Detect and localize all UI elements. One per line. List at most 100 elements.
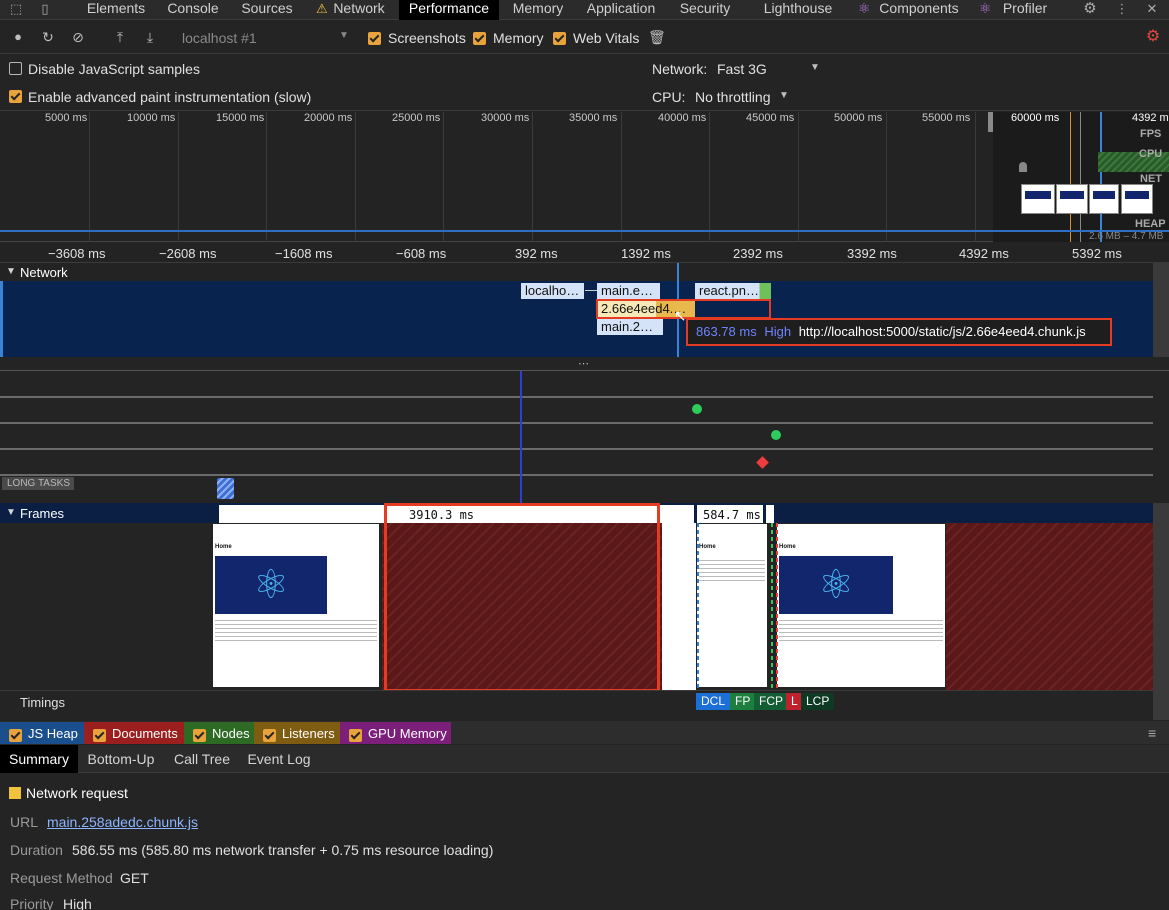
timing-marker-dcl[interactable]: DCL xyxy=(696,693,731,710)
tab-sources[interactable]: Sources xyxy=(230,0,304,20)
advanced-paint-checkbox[interactable] xyxy=(9,90,22,103)
tab-network[interactable]: ⚠ Network xyxy=(304,0,398,20)
upload-icon[interactable]: ⤒ xyxy=(112,29,128,45)
timeline-ruler: −3608 ms −2608 ms −1608 ms −608 ms 392 m… xyxy=(0,243,1169,263)
long-task-bar[interactable] xyxy=(217,478,234,499)
details-tabs: Summary Bottom-Up Call Tree Event Log xyxy=(0,745,1169,773)
frame-screenshot-heading: Home xyxy=(215,544,232,550)
download-icon[interactable]: ⤓ xyxy=(142,29,158,45)
main-tracks: LONG TASKS xyxy=(0,371,1153,503)
ruler-tick: −3608 ms xyxy=(48,246,106,261)
timing-marker-fcp[interactable]: FCP xyxy=(754,693,788,710)
expand-triangle-icon[interactable]: ▼ xyxy=(6,266,16,277)
tab-components[interactable]: ⚛ Components xyxy=(854,0,964,20)
disable-js-samples-checkbox[interactable] xyxy=(9,62,22,75)
memory-counters: JS Heap Documents Nodes Listeners GPU Me… xyxy=(0,721,1169,744)
timing-marker-lcp[interactable]: LCP xyxy=(801,693,835,710)
counter-documents[interactable]: Documents xyxy=(84,722,184,744)
filmstrip-frame[interactable] xyxy=(1121,184,1153,214)
url-link[interactable]: main.258adedc.chunk.js xyxy=(47,814,198,830)
frame-screenshot[interactable]: Home xyxy=(697,524,767,687)
web-vitals-checkbox[interactable] xyxy=(553,32,566,45)
network-track-title[interactable]: Network xyxy=(20,265,68,280)
expand-triangle-icon[interactable]: ▼ xyxy=(6,507,16,518)
gear-icon[interactable]: ⚙ xyxy=(1083,1,1097,16)
track-resize-handle[interactable]: ⋯ xyxy=(0,357,1169,371)
ruler-tick: −1608 ms xyxy=(275,246,333,261)
screenshots-checkbox[interactable] xyxy=(368,32,381,45)
heap-range: 2.6 MB – 4.7 MB xyxy=(1089,231,1164,242)
overview-tick: 60000 ms xyxy=(1011,112,1060,124)
filmstrip-frame[interactable] xyxy=(1056,184,1088,214)
web-vitals-label: Web Vitals xyxy=(573,30,640,46)
device-toolbar-icon[interactable]: ▯ xyxy=(38,2,52,16)
frames-scrollbar[interactable] xyxy=(1153,503,1169,720)
reload-icon[interactable]: ↻ xyxy=(40,29,56,45)
vital-marker-dot[interactable] xyxy=(771,430,781,440)
trash-icon[interactable]: 🗑 xyxy=(648,29,666,45)
counter-nodes[interactable]: Nodes xyxy=(184,722,254,744)
cpu-label: CPU xyxy=(1139,148,1163,160)
counter-listeners[interactable]: Listeners xyxy=(254,722,340,744)
vital-marker-dot[interactable] xyxy=(692,404,702,414)
capture-settings-gear-icon[interactable]: ⚙ xyxy=(1145,29,1161,45)
duration-value: 586.55 ms (585.80 ms network transfer + … xyxy=(72,842,494,858)
filmstrip-frame[interactable] xyxy=(1089,184,1119,214)
memory-label: Memory xyxy=(493,30,544,46)
frames-track-title[interactable]: Frames xyxy=(20,506,64,521)
ruler-tick: 3392 ms xyxy=(847,246,897,261)
tab-security[interactable]: Security xyxy=(665,0,745,20)
clear-icon[interactable]: ⊘ xyxy=(70,29,86,45)
advanced-paint-label: Enable advanced paint instrumentation (s… xyxy=(28,89,312,105)
dropped-frame-region[interactable] xyxy=(946,523,1153,690)
network-request-bar[interactable]: localho… xyxy=(521,283,584,299)
counter-gpu-memory[interactable]: GPU Memory xyxy=(340,722,451,744)
frame-screenshot[interactable]: Home xyxy=(777,524,945,687)
tab-elements[interactable]: Elements xyxy=(76,0,156,20)
counter-gpu-memory-label: GPU Memory xyxy=(368,726,447,741)
counter-listeners-label: Listeners xyxy=(282,726,335,741)
tab-console[interactable]: Console xyxy=(156,0,230,20)
network-scrollbar[interactable] xyxy=(1153,263,1169,357)
overview-tick: 25000 ms xyxy=(392,112,441,124)
overview-tick: 30000 ms xyxy=(481,112,530,124)
filmstrip-frame[interactable] xyxy=(1021,184,1055,214)
tab-network-label: Network xyxy=(333,0,385,16)
inspect-element-icon[interactable]: ⬚ xyxy=(9,2,23,16)
selection-window[interactable]: 60000 ms 4392 ms FPS CPU NET HEAP 2.6 MB… xyxy=(993,112,1169,242)
hamburger-menu-icon[interactable]: ≡ xyxy=(1148,725,1156,741)
network-request-bar[interactable]: main.2… xyxy=(597,319,663,335)
tab-application[interactable]: Application xyxy=(577,0,665,20)
profile-select[interactable]: localhost #1 xyxy=(182,30,257,46)
tab-performance[interactable]: Performance xyxy=(399,0,499,20)
tab-memory[interactable]: Memory xyxy=(499,0,577,20)
tab-profiler[interactable]: ⚛ Profiler xyxy=(975,0,1055,20)
close-icon[interactable]: ✕ xyxy=(1145,2,1159,16)
network-request-bar[interactable]: react.pn… xyxy=(695,283,771,299)
tab-event-log[interactable]: Event Log xyxy=(240,745,318,773)
ruler-tick: 4392 ms xyxy=(959,246,1009,261)
timings-track-title[interactable]: Timings xyxy=(20,695,65,710)
tab-summary[interactable]: Summary xyxy=(0,745,78,773)
screenshots-label: Screenshots xyxy=(388,30,466,46)
frame-bar[interactable] xyxy=(766,505,774,523)
cpu-throttle-select[interactable]: No throttling xyxy=(695,89,770,105)
network-request-bar[interactable]: main.e… xyxy=(597,283,660,299)
record-icon[interactable]: ● xyxy=(10,29,26,45)
tab-call-tree[interactable]: Call Tree xyxy=(166,745,238,773)
tab-lighthouse[interactable]: Lighthouse xyxy=(752,0,844,20)
timeline-overview[interactable]: 5000 ms 10000 ms 15000 ms 20000 ms 25000… xyxy=(0,112,1169,242)
more-menu-icon[interactable]: ⋮ xyxy=(1115,2,1129,16)
tab-bottom-up[interactable]: Bottom-Up xyxy=(80,745,162,773)
memory-checkbox[interactable] xyxy=(473,32,486,45)
timing-marker-fp[interactable]: FP xyxy=(730,693,756,710)
frame-screenshot-heading: Home xyxy=(779,544,796,550)
vital-marker-diamond[interactable] xyxy=(756,456,769,469)
network-throttle-select[interactable]: Fast 3G xyxy=(717,61,767,77)
overview-tick: 50000 ms xyxy=(834,112,883,124)
ruler-tick: −2608 ms xyxy=(159,246,217,261)
request-method-label: Request Method xyxy=(10,870,113,886)
network-throttle-label: Network: xyxy=(652,61,708,77)
frame-screenshot[interactable]: Home xyxy=(213,524,379,687)
counter-js-heap[interactable]: JS Heap xyxy=(0,722,84,744)
